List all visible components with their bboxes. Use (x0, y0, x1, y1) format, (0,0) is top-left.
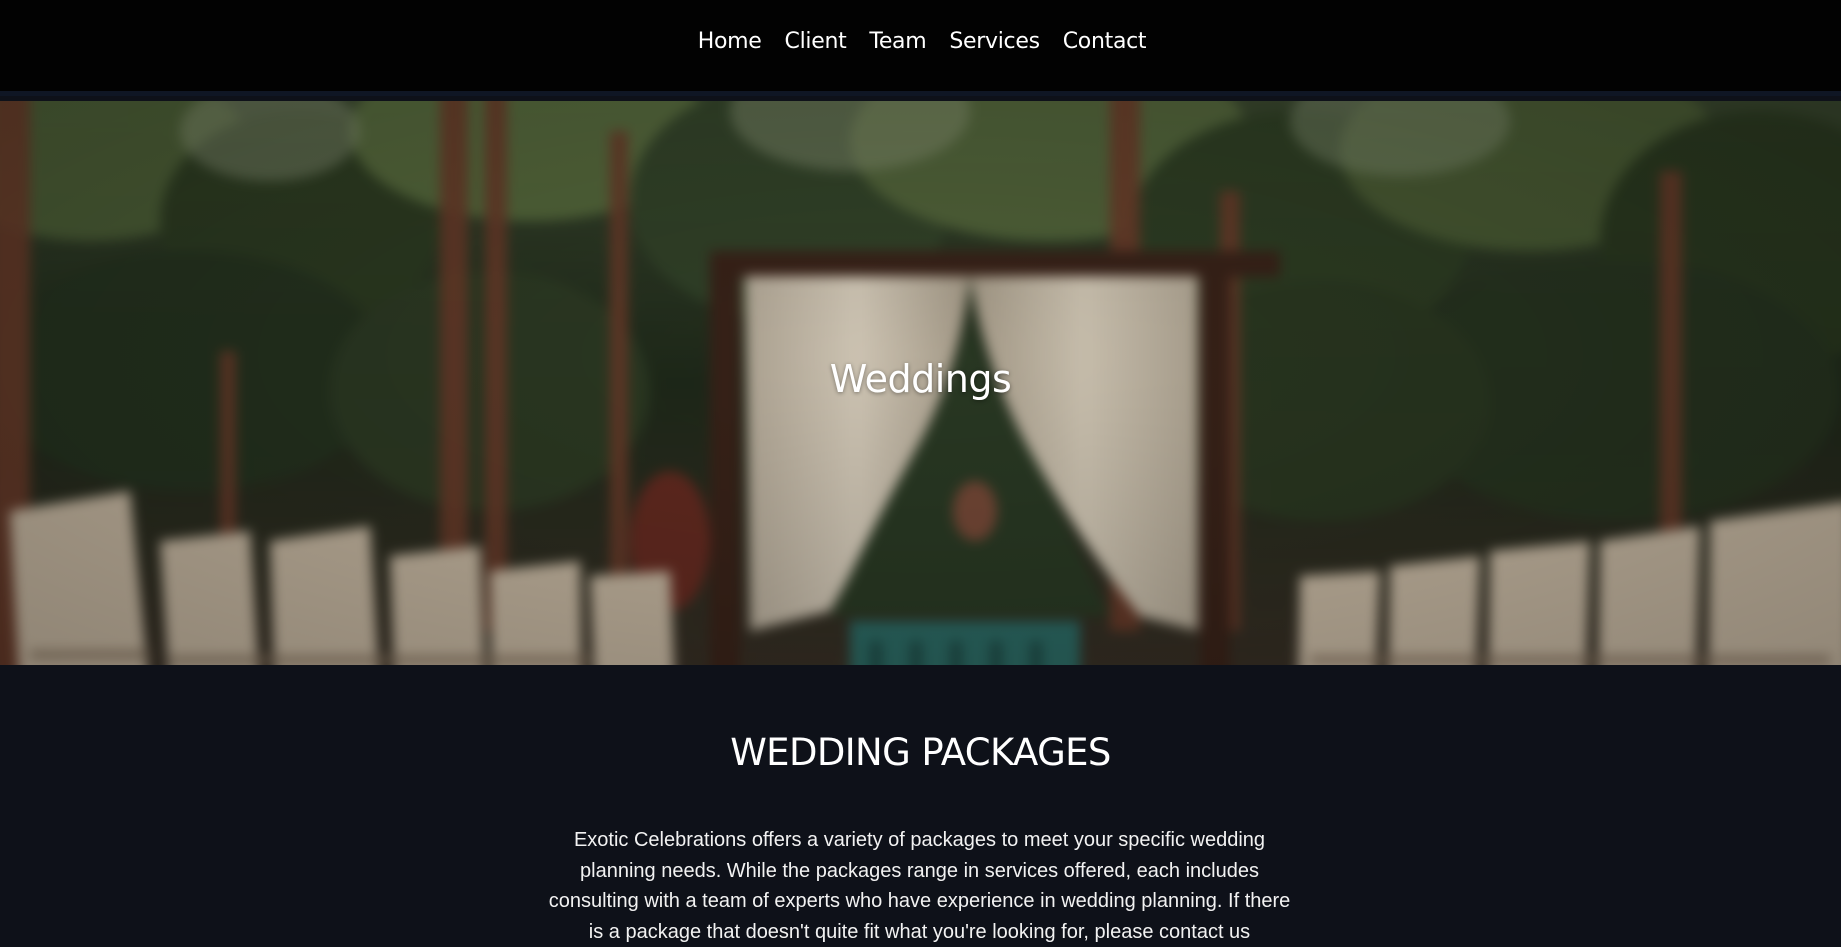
nav-link-team[interactable]: Team (866, 29, 926, 54)
nav-item-team: Team (866, 31, 926, 53)
top-navigation-bar: Home Client Team Services Contact (0, 0, 1841, 96)
nav-menu: Home Client Team Services Contact (0, 31, 1841, 53)
section-description: Exotic Celebrations offers a variety of … (548, 829, 1291, 943)
nav-item-client: Client (782, 31, 847, 53)
nav-item-contact: Contact (1060, 31, 1147, 53)
nav-link-home[interactable]: Home (695, 29, 762, 54)
nav-link-client[interactable]: Client (782, 29, 847, 54)
hero-title: Weddings (829, 357, 1012, 401)
nav-item-services: Services (946, 29, 1040, 54)
section-heading: WEDDING PACKAGES (730, 731, 1111, 774)
nav-item-home: Home (695, 31, 762, 53)
wedding-packages-section: WEDDING PACKAGES Exotic Celebrations off… (0, 665, 1841, 943)
nav-link-contact[interactable]: Contact (1060, 29, 1147, 54)
hero-banner: Weddings (0, 101, 1841, 665)
nav-link-services[interactable]: Services (946, 29, 1040, 54)
